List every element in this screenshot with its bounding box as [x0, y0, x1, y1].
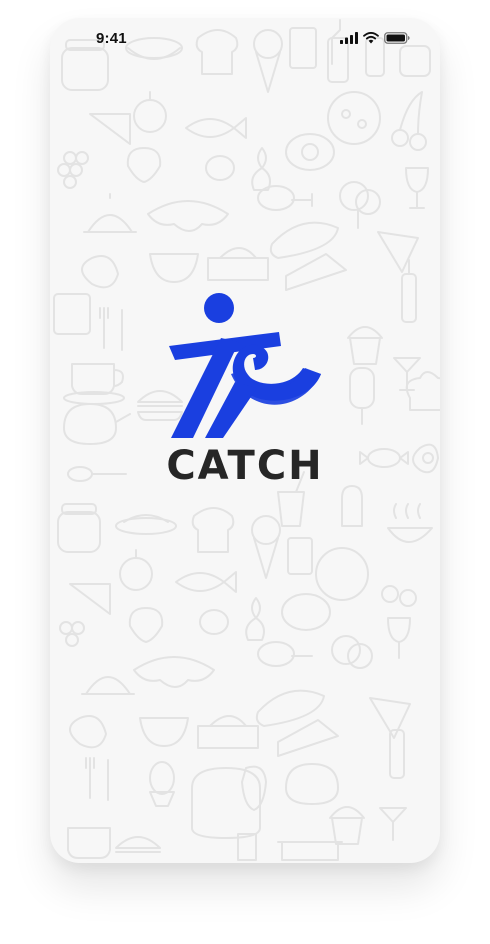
- canvas: 9:41 CATCH: [0, 0, 490, 944]
- wifi-icon: [363, 32, 379, 44]
- brand-name: CATCH: [166, 443, 324, 489]
- status-time: 9:41: [96, 30, 127, 47]
- status-bar: 9:41: [50, 18, 440, 62]
- brand-logo: CATCH: [50, 282, 440, 496]
- status-icons: [340, 30, 410, 46]
- running-figure-logo-icon: [169, 293, 321, 438]
- cellular-signal-icon: [340, 32, 358, 44]
- battery-icon: [384, 32, 410, 44]
- phone-screen: 9:41 CATCH: [50, 18, 440, 863]
